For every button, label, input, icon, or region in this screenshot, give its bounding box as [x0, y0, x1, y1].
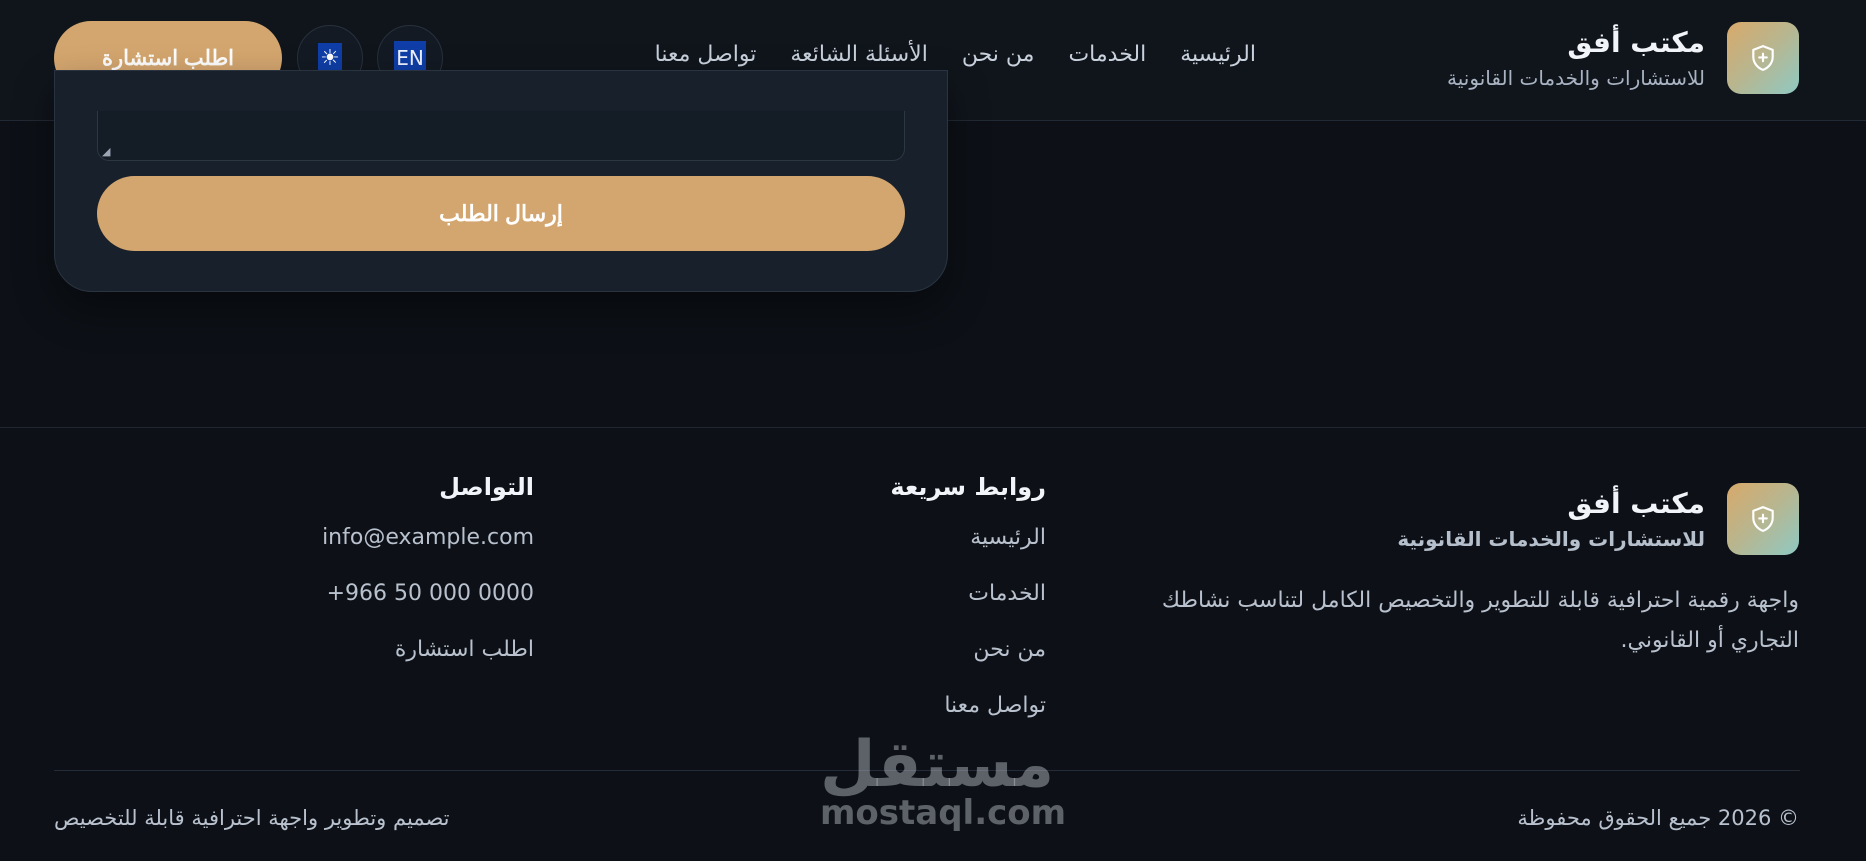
quick-links-list: الرئيسية الخدمات من نحن تواصل معنا — [890, 523, 1046, 721]
footer-description: واجهة رقمية احترافية قابلة للتطوير والتخ… — [1161, 588, 1799, 653]
contact-column: التواصل info@example.com +966 50 000 000… — [322, 473, 534, 691]
brand-text: مكتب أفق للاستشارات والخدمات القانونية — [1447, 26, 1705, 90]
resize-handle-icon[interactable]: ◢ — [102, 145, 110, 158]
nav-contact[interactable]: تواصل معنا — [655, 42, 757, 67]
nav-about[interactable]: من نحن — [962, 42, 1035, 67]
sun-icon: ☀ — [318, 42, 342, 74]
footer-link-about[interactable]: من نحن — [973, 637, 1046, 662]
quick-links-title: روابط سريعة — [890, 473, 1046, 501]
contact-list: info@example.com +966 50 000 0000 اطلب ا… — [322, 523, 534, 665]
nav-services[interactable]: الخدمات — [1068, 42, 1146, 67]
contact-phone-link[interactable]: +966 50 000 0000 — [327, 581, 534, 606]
footer-brand-subtitle: للاستشارات والخدمات القانونية — [1397, 527, 1705, 551]
contact-email-link[interactable]: info@example.com — [322, 525, 534, 550]
submit-request-button[interactable]: إرسال الطلب — [97, 176, 905, 251]
message-textarea[interactable]: ◢ — [97, 111, 905, 161]
list-item: info@example.com — [322, 523, 534, 553]
footer-brand: مكتب أفق للاستشارات والخدمات القانونية — [1099, 483, 1799, 555]
list-item: تواصل معنا — [890, 691, 1046, 721]
copyright-text: © 2026 جميع الحقوق محفوظة — [1517, 806, 1799, 830]
logo-badge — [1727, 22, 1799, 94]
brand-name: مكتب أفق — [1567, 26, 1705, 59]
contact-consultation-link[interactable]: اطلب استشارة — [395, 637, 534, 662]
nav-home[interactable]: الرئيسية — [1180, 42, 1256, 67]
footer-link-services[interactable]: الخدمات — [968, 581, 1046, 606]
credit-text: تصميم وتطوير واجهة احترافية قابلة للتخصي… — [54, 806, 450, 830]
shield-plus-icon — [1752, 506, 1774, 532]
quick-links-column: روابط سريعة الرئيسية الخدمات من نحن تواص… — [890, 473, 1046, 747]
list-item: اطلب استشارة — [322, 635, 534, 665]
header-brand[interactable]: مكتب أفق للاستشارات والخدمات القانونية — [1447, 22, 1799, 94]
contact-title: التواصل — [439, 473, 534, 501]
nav-faq[interactable]: الأسئلة الشائعة — [790, 42, 927, 67]
shield-plus-icon — [1752, 45, 1774, 71]
footer-link-contact[interactable]: تواصل معنا — [944, 693, 1046, 718]
consultation-form-card: ◢ إرسال الطلب — [54, 70, 948, 292]
footer-logo-badge — [1727, 483, 1799, 555]
mostaql-watermark: مستقل mostaql.com — [820, 728, 1067, 833]
footer-brand-block: مكتب أفق للاستشارات والخدمات القانونية و… — [1099, 483, 1799, 661]
watermark-arabic: مستقل — [820, 728, 1055, 802]
footer-brand-text: مكتب أفق للاستشارات والخدمات القانونية — [1397, 487, 1705, 551]
footer-link-home[interactable]: الرئيسية — [970, 525, 1046, 550]
main-nav: الرئيسية الخدمات من نحن الأسئلة الشائعة … — [655, 42, 1256, 67]
footer-brand-name: مكتب أفق — [1567, 487, 1705, 520]
brand-subtitle: للاستشارات والخدمات القانونية — [1447, 66, 1705, 90]
list-item: +966 50 000 0000 — [322, 579, 534, 609]
watermark-latin: mostaql.com — [820, 793, 1067, 833]
list-item: من نحن — [890, 635, 1046, 665]
list-item: الخدمات — [890, 579, 1046, 609]
list-item: الرئيسية — [890, 523, 1046, 553]
